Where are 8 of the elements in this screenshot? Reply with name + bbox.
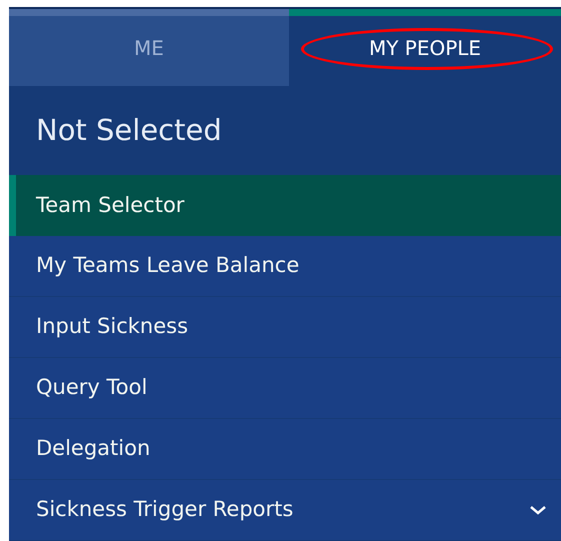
menu-item[interactable]: Query Tool (9, 358, 561, 419)
menu-item[interactable]: Delegation (9, 419, 561, 480)
tab[interactable]: ME (9, 9, 289, 86)
menu-item[interactable]: Team Selector (9, 175, 561, 236)
menu-item[interactable]: Input Sickness (9, 297, 561, 358)
menu-item[interactable]: Sickness Trigger Reports (9, 480, 561, 541)
menu-item[interactable]: My Teams Leave Balance (9, 236, 561, 297)
panel-title: Not Selected (36, 112, 222, 149)
